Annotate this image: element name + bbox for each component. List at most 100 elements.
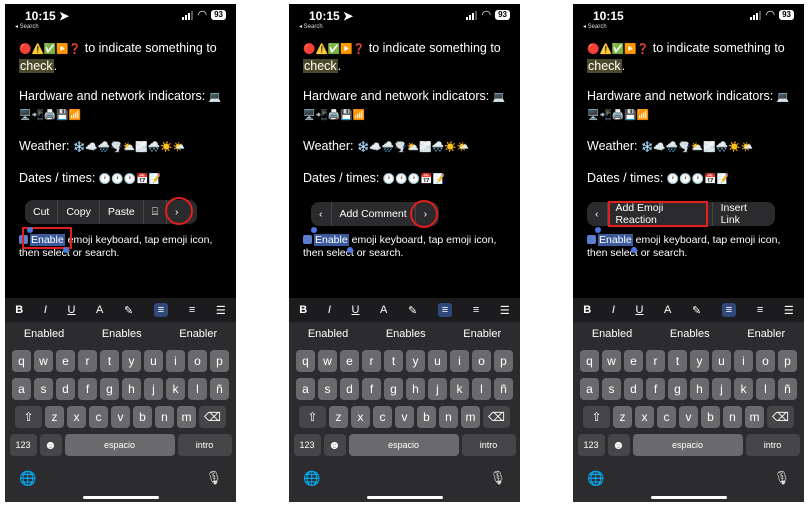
key-s[interactable]: s xyxy=(34,378,53,400)
emoji-key[interactable]: ☻ xyxy=(607,434,630,456)
key-b[interactable]: b xyxy=(133,406,152,428)
paste-button[interactable]: Paste xyxy=(100,206,143,218)
key-m[interactable]: m xyxy=(177,406,196,428)
microphone-icon[interactable]: 🎙 xyxy=(773,470,790,486)
italic-button[interactable]: I xyxy=(328,304,331,316)
key-h[interactable]: h xyxy=(690,378,709,400)
key-s[interactable]: s xyxy=(318,378,337,400)
key-i[interactable]: i xyxy=(450,350,469,372)
key-q[interactable]: q xyxy=(12,350,31,372)
shift-key[interactable]: ⇧ xyxy=(15,406,42,428)
delete-key[interactable]: ⌫ xyxy=(483,406,510,428)
key-j[interactable]: j xyxy=(144,378,163,400)
key-h[interactable]: h xyxy=(122,378,141,400)
copy-button[interactable]: Copy xyxy=(58,206,99,218)
key-k[interactable]: k xyxy=(166,378,185,400)
key-q[interactable]: q xyxy=(580,350,599,372)
highlight-pen-icon[interactable]: ✎ xyxy=(692,304,701,317)
bold-button[interactable]: B xyxy=(299,304,307,316)
key-x[interactable]: x xyxy=(635,406,654,428)
key-l[interactable]: l xyxy=(188,378,207,400)
key-w[interactable]: w xyxy=(34,350,53,372)
key-i[interactable]: i xyxy=(734,350,753,372)
home-indicator[interactable] xyxy=(651,496,727,499)
underline-button[interactable]: U xyxy=(636,304,644,316)
key-p[interactable]: p xyxy=(494,350,513,372)
align-center-button[interactable]: ≡ xyxy=(473,304,479,316)
add-comment-button[interactable]: Add Comment xyxy=(332,208,415,220)
key-q[interactable]: q xyxy=(296,350,315,372)
text-color-button[interactable]: A xyxy=(96,304,103,316)
key-a[interactable]: a xyxy=(12,378,31,400)
key-n[interactable]: n xyxy=(155,406,174,428)
key-l[interactable]: l xyxy=(472,378,491,400)
selection-handle-end[interactable] xyxy=(63,247,69,253)
suggestion-3[interactable]: Enabler xyxy=(179,328,217,340)
key-k[interactable]: k xyxy=(450,378,469,400)
align-left-button[interactable]: ≡ xyxy=(153,303,169,317)
microphone-icon[interactable]: 🎙 xyxy=(205,470,222,486)
key-e[interactable]: e xyxy=(340,350,359,372)
scan-text-icon[interactable]: ⌸ xyxy=(144,206,166,219)
key-c[interactable]: c xyxy=(373,406,392,428)
key-v[interactable]: v xyxy=(395,406,414,428)
selection-handle-start[interactable] xyxy=(27,227,33,233)
suggestion-3[interactable]: Enabler xyxy=(463,328,501,340)
selection-handle-end[interactable] xyxy=(347,247,353,253)
key-n-tilde[interactable]: ñ xyxy=(210,378,229,400)
key-y[interactable]: y xyxy=(690,350,709,372)
key-b[interactable]: b xyxy=(701,406,720,428)
key-s[interactable]: s xyxy=(602,378,621,400)
enter-key[interactable]: intro xyxy=(745,434,800,456)
key-m[interactable]: m xyxy=(461,406,480,428)
key-y[interactable]: y xyxy=(406,350,425,372)
bold-button[interactable]: B xyxy=(583,304,591,316)
key-c[interactable]: c xyxy=(657,406,676,428)
suggestion-1[interactable]: Enabled xyxy=(592,328,632,340)
text-color-button[interactable]: A xyxy=(380,304,387,316)
shift-key[interactable]: ⇧ xyxy=(299,406,326,428)
text-color-button[interactable]: A xyxy=(664,304,671,316)
back-to-search-link[interactable]: ◂ Search xyxy=(583,23,607,30)
selected-word[interactable]: Enable xyxy=(598,234,633,246)
space-key[interactable]: espacio xyxy=(348,434,459,456)
key-o[interactable]: o xyxy=(472,350,491,372)
key-p[interactable]: p xyxy=(210,350,229,372)
selected-word[interactable]: Enable xyxy=(314,234,349,246)
align-left-button[interactable]: ≡ xyxy=(721,303,737,317)
key-g[interactable]: g xyxy=(384,378,403,400)
home-indicator[interactable] xyxy=(367,496,443,499)
selection-handle-end[interactable] xyxy=(631,247,637,253)
list-button[interactable]: ☰ xyxy=(784,304,794,317)
key-n-tilde[interactable]: ñ xyxy=(494,378,513,400)
key-m[interactable]: m xyxy=(745,406,764,428)
globe-icon[interactable]: 🌐 xyxy=(587,470,604,487)
bold-button[interactable]: B xyxy=(15,304,23,316)
key-p[interactable]: p xyxy=(778,350,797,372)
delete-key[interactable]: ⌫ xyxy=(767,406,794,428)
underline-button[interactable]: U xyxy=(68,304,76,316)
key-i[interactable]: i xyxy=(166,350,185,372)
key-w[interactable]: w xyxy=(318,350,337,372)
key-u[interactable]: u xyxy=(712,350,731,372)
align-left-button[interactable]: ≡ xyxy=(437,303,453,317)
list-button[interactable]: ☰ xyxy=(500,304,510,317)
suggestion-3[interactable]: Enabler xyxy=(747,328,785,340)
enter-key[interactable]: intro xyxy=(177,434,232,456)
key-l[interactable]: l xyxy=(756,378,775,400)
key-f[interactable]: f xyxy=(362,378,381,400)
key-n[interactable]: n xyxy=(439,406,458,428)
list-button[interactable]: ☰ xyxy=(216,304,226,317)
suggestion-2[interactable]: Enables xyxy=(386,328,426,340)
suggestion-2[interactable]: Enables xyxy=(670,328,710,340)
align-center-button[interactable]: ≡ xyxy=(189,304,195,316)
key-e[interactable]: e xyxy=(56,350,75,372)
space-key[interactable]: espacio xyxy=(632,434,743,456)
key-x[interactable]: x xyxy=(67,406,86,428)
key-j[interactable]: j xyxy=(428,378,447,400)
microphone-icon[interactable]: 🎙 xyxy=(489,470,506,486)
back-to-search-link[interactable]: ◂ Search xyxy=(299,23,323,30)
home-indicator[interactable] xyxy=(83,496,159,499)
key-r[interactable]: r xyxy=(78,350,97,372)
align-center-button[interactable]: ≡ xyxy=(757,304,763,316)
